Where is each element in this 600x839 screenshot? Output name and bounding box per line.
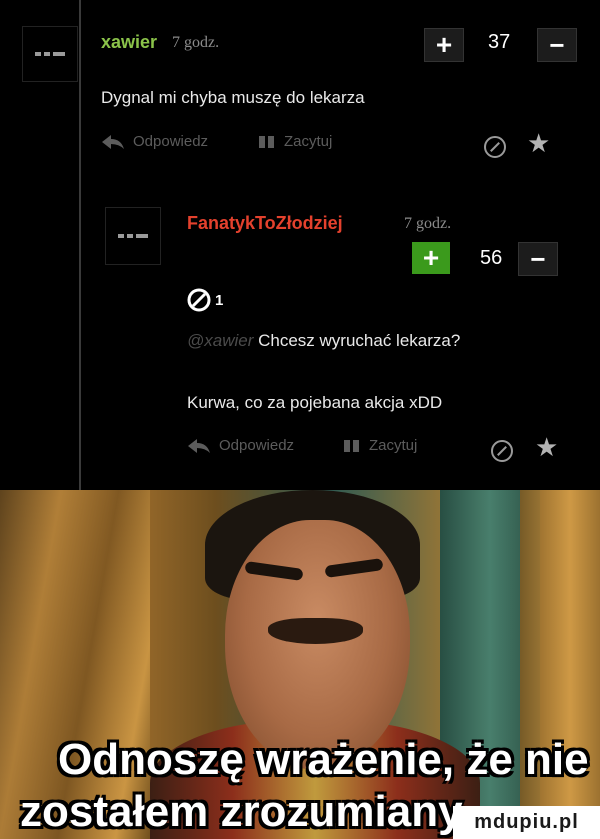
mention-link[interactable]: @xawier <box>187 331 253 350</box>
star-icon[interactable]: ★ <box>527 130 550 156</box>
thread-line <box>79 0 81 490</box>
attachment-icon <box>187 288 211 312</box>
reply-label: Odpowiedz <box>133 133 209 150</box>
watermark-logo: mdupiu.pl <box>453 806 600 839</box>
downvote-button[interactable]: − <box>518 242 558 276</box>
upvote-button[interactable]: + <box>424 28 464 62</box>
vote-count: 37 <box>488 31 511 53</box>
vote-count: 56 <box>480 247 503 269</box>
quote-icon <box>344 439 359 452</box>
attachment-indicator[interactable]: 1 <box>187 288 223 312</box>
comment-text: Dygnal mi chyba muszę do lekarza <box>101 88 365 107</box>
reply-arrow-icon <box>102 134 124 149</box>
comment-time: 7 godz. <box>172 34 220 51</box>
comment-username[interactable]: FanatykToZłodziej <box>187 213 343 234</box>
report-icon[interactable] <box>484 136 506 158</box>
star-icon[interactable]: ★ <box>535 434 558 460</box>
reply-arrow-icon <box>188 438 210 453</box>
quote-link[interactable]: Zacytuj <box>343 437 417 454</box>
quote-label: Zacytuj <box>369 437 418 454</box>
downvote-button[interactable]: − <box>537 28 577 62</box>
upvote-button[interactable]: + <box>412 242 450 274</box>
report-icon[interactable] <box>491 440 513 462</box>
meme-caption-line1: Odnoszę wrażenie, że nie <box>58 735 589 784</box>
attachment-count: 1 <box>215 291 224 309</box>
comment-text-line1: Chcesz wyruchać lekarza? <box>258 331 461 350</box>
quote-label: Zacytuj <box>284 133 333 150</box>
meme-caption-line2: zostałem zrozumiany <box>20 787 463 836</box>
reply-link[interactable]: Odpowiedz <box>187 437 294 454</box>
comment-text: @xawier Chcesz wyruchać lekarza? <box>187 331 460 351</box>
avatar[interactable] <box>105 207 161 265</box>
quote-link[interactable]: Zacytuj <box>258 133 332 150</box>
comment-time: 7 godz. <box>404 215 452 232</box>
comment-text-line2: Kurwa, co za pojebana akcja xDD <box>187 393 443 412</box>
comment-username[interactable]: xawier <box>101 32 157 53</box>
quote-icon <box>259 135 274 148</box>
reply-link[interactable]: Odpowiedz <box>101 133 208 150</box>
reply-label: Odpowiedz <box>219 437 295 454</box>
avatar[interactable] <box>22 26 78 82</box>
